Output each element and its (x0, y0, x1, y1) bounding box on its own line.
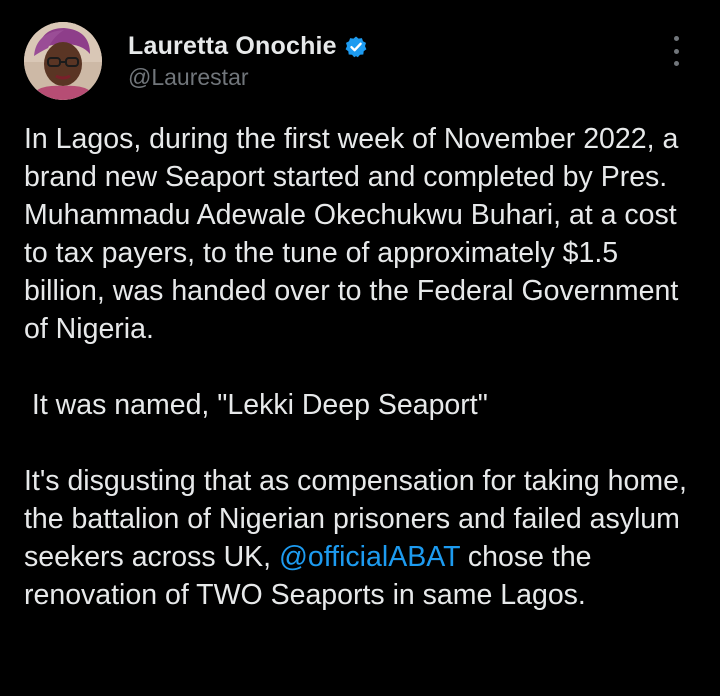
display-name[interactable]: Lauretta Onochie (128, 32, 337, 61)
tweet-paragraph-2: It was named, "Lekki Deep Seaport" (24, 389, 488, 421)
more-vertical-icon[interactable] (668, 36, 684, 66)
tweet-text: In Lagos, during the first week of Novem… (24, 120, 704, 614)
mention-link[interactable]: @officialABAT (279, 541, 460, 573)
tweet: Lauretta Onochie @Laurestar In Lagos, du… (0, 0, 720, 696)
name-row: Lauretta Onochie (128, 32, 368, 61)
tweet-header: Lauretta Onochie @Laurestar (24, 22, 696, 102)
tweet-paragraph-3: It's disgusting that as compensation for… (24, 462, 704, 614)
verified-badge-icon (344, 35, 368, 59)
avatar[interactable] (24, 22, 102, 100)
handle[interactable]: @Laurestar (128, 64, 249, 91)
tweet-paragraph-1: In Lagos, during the first week of Novem… (24, 123, 679, 345)
